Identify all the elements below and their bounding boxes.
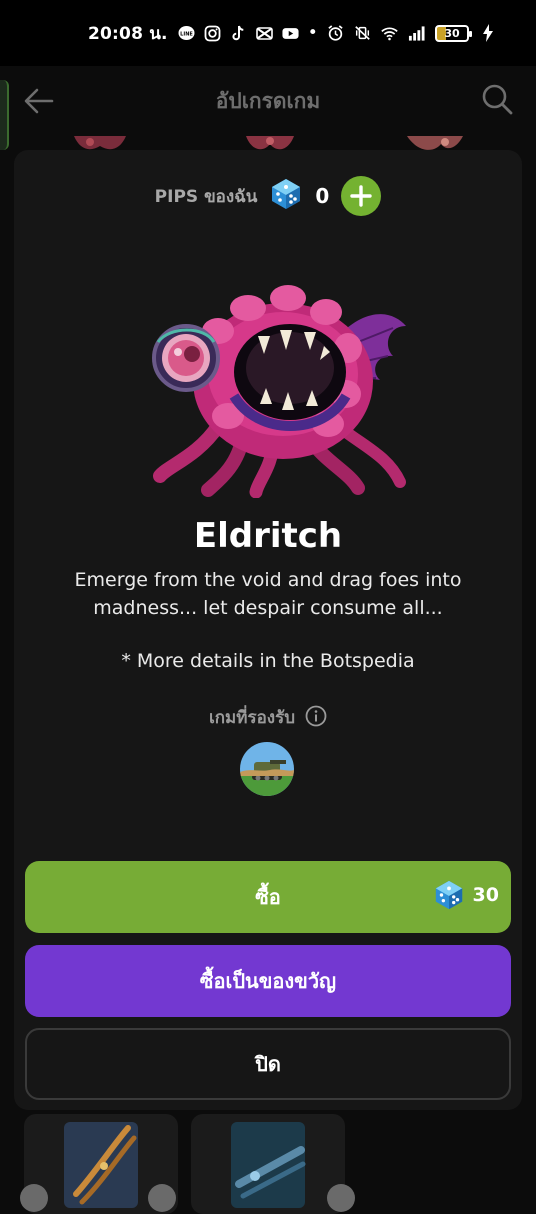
back-arrow-icon[interactable] bbox=[22, 84, 56, 118]
instagram-icon bbox=[204, 25, 221, 42]
weapon-item-image bbox=[231, 1122, 306, 1208]
supported-games-header: เกมที่รองรับ bbox=[0, 704, 536, 731]
status-system-icons: 30 bbox=[327, 24, 496, 42]
status-bar: 20:08 น. LINE • 30 bbox=[0, 0, 536, 66]
capcut-icon bbox=[255, 25, 273, 42]
info-icon[interactable] bbox=[305, 705, 327, 731]
close-button[interactable]: ปิด bbox=[25, 1028, 511, 1100]
scroll-indicator-dot bbox=[148, 1184, 176, 1212]
buy-button-label: ซื้อ bbox=[255, 885, 281, 909]
page-title: อัปเกรดเกม bbox=[215, 88, 321, 113]
price-tag: 30 bbox=[433, 879, 499, 911]
item-name: Eldritch bbox=[193, 516, 343, 556]
youtube-icon bbox=[282, 25, 299, 42]
line-icon: LINE bbox=[178, 25, 195, 42]
battery-indicator: 30 bbox=[435, 24, 472, 42]
pips-dice-icon bbox=[269, 177, 303, 215]
item-description: Emerge from the void and drag foes into … bbox=[74, 569, 462, 619]
status-app-icons: LINE • bbox=[178, 23, 318, 43]
tiktok-icon bbox=[230, 25, 247, 42]
eldritch-creature-image bbox=[148, 276, 408, 499]
supported-games-label: เกมที่รองรับ bbox=[208, 708, 296, 728]
wifi-icon bbox=[381, 25, 398, 42]
add-pips-button[interactable] bbox=[341, 176, 382, 216]
gift-button-label: ซื้อเป็นของขวัญ bbox=[199, 969, 337, 993]
signal-icon bbox=[408, 25, 425, 42]
background-item-card bbox=[191, 1114, 345, 1214]
pips-label: PIPS ของฉัน bbox=[154, 186, 258, 207]
svg-text:LINE: LINE bbox=[180, 31, 193, 37]
buy-as-gift-button[interactable]: ซื้อเป็นของขวัญ bbox=[25, 945, 511, 1017]
close-button-label: ปิด bbox=[255, 1052, 281, 1076]
pips-balance: PIPS ของฉัน 0 bbox=[0, 176, 536, 216]
pips-dice-icon bbox=[435, 880, 462, 910]
status-time: 20:08 น. bbox=[88, 23, 168, 44]
item-botspedia-note: * More details in the Botspedia bbox=[121, 650, 415, 672]
charging-icon bbox=[479, 24, 496, 42]
buy-button[interactable]: ซื้อ 30 bbox=[25, 861, 511, 933]
scroll-indicator-dot bbox=[327, 1184, 355, 1212]
app-header: อัปเกรดเกม bbox=[0, 66, 536, 136]
plus-icon bbox=[350, 185, 373, 207]
scroll-indicator-dot bbox=[20, 1184, 48, 1212]
status-dot: • bbox=[307, 23, 318, 43]
vibrate-off-icon bbox=[354, 25, 371, 42]
alarm-icon bbox=[327, 25, 344, 42]
supported-game-avatar[interactable] bbox=[240, 742, 294, 796]
pips-count: 0 bbox=[315, 184, 330, 208]
price-value: 30 bbox=[472, 884, 499, 906]
search-icon[interactable] bbox=[480, 82, 514, 116]
